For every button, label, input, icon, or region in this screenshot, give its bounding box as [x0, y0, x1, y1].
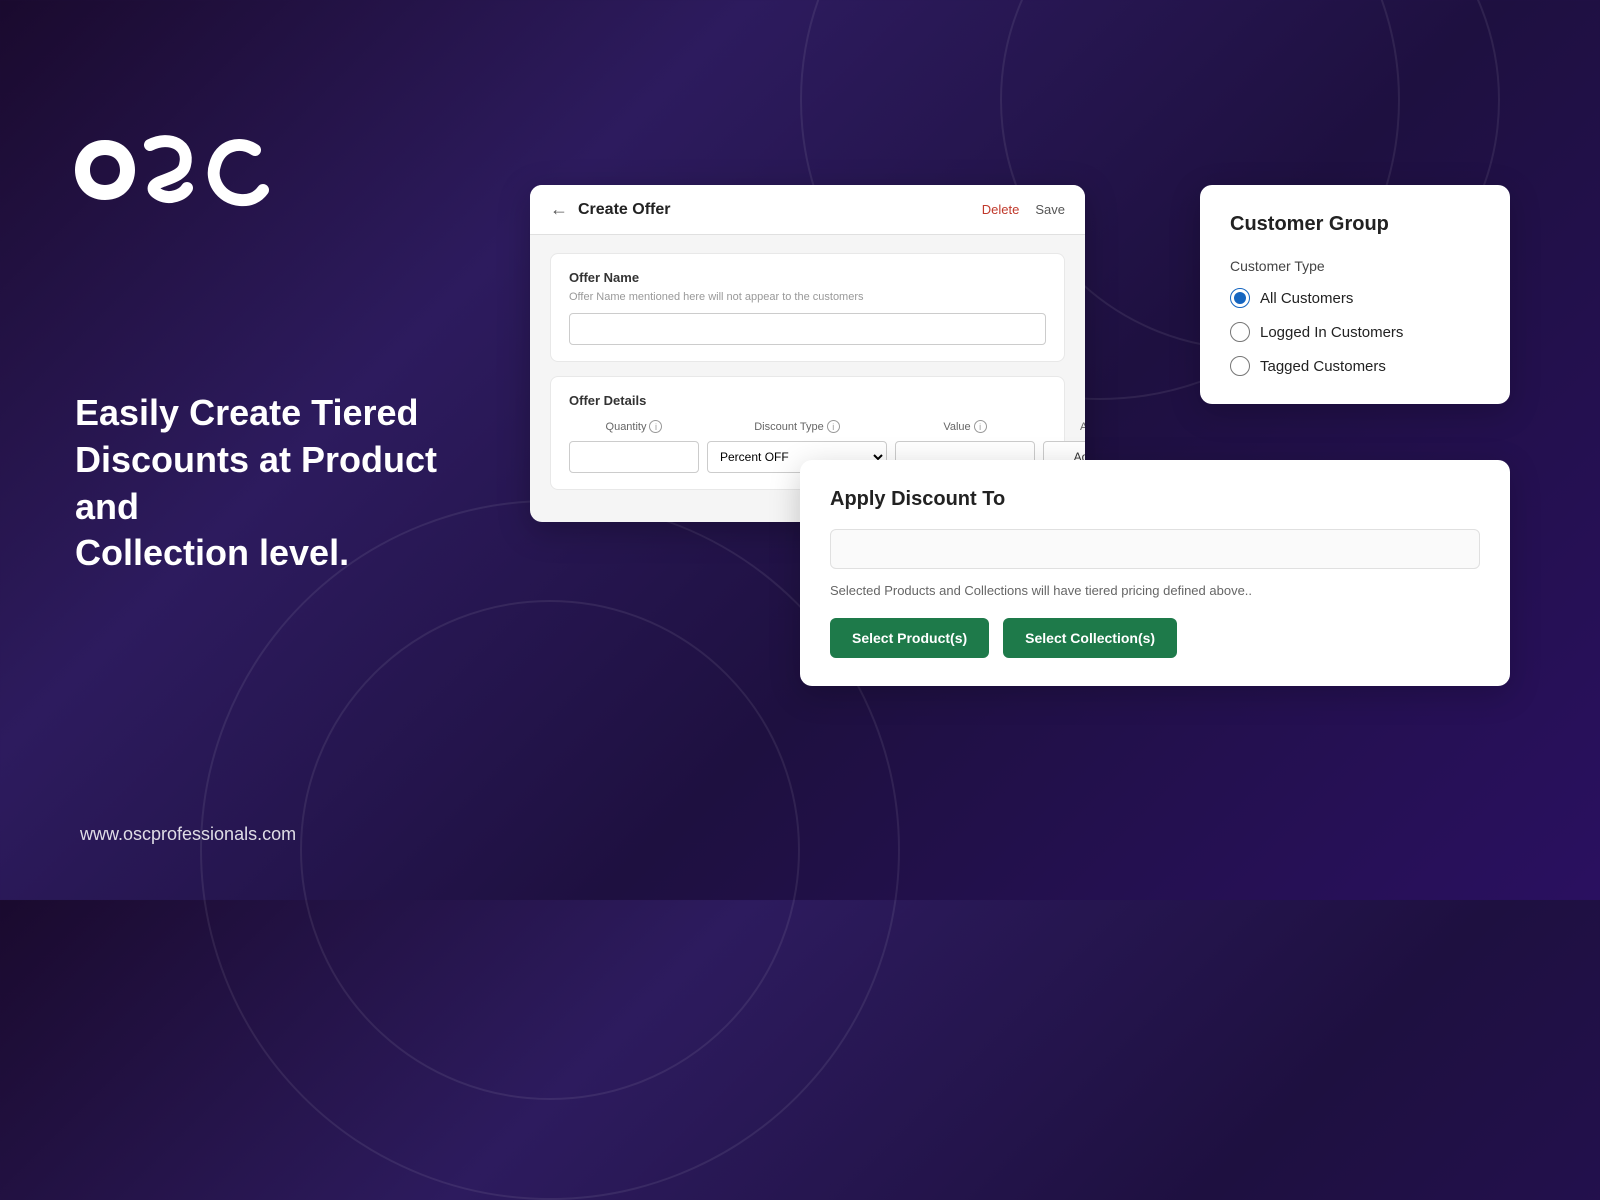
radio-all-customers-input[interactable]: [1230, 288, 1250, 308]
website-url-text: www.oscprofessionals.com: [80, 824, 296, 844]
apply-discount-hint: Selected Products and Collections will h…: [830, 583, 1480, 598]
select-product-button[interactable]: Select Product(s): [830, 618, 989, 658]
radio-all-customers[interactable]: All Customers: [1230, 288, 1480, 308]
tagline-line3: Collection level.: [75, 532, 349, 573]
delete-button[interactable]: Delete: [982, 202, 1020, 217]
col-quantity: Quantity i: [569, 420, 699, 433]
radio-all-customers-label: All Customers: [1260, 290, 1353, 307]
value-info-icon: i: [974, 420, 987, 433]
customer-group-title: Customer Group: [1230, 213, 1480, 236]
radio-logged-in-customers-input[interactable]: [1230, 322, 1250, 342]
quantity-info-icon: i: [649, 420, 662, 433]
offer-name-section: Offer Name Offer Name mentioned here wil…: [550, 253, 1065, 362]
customer-group-card: Customer Group Customer Type All Custome…: [1200, 185, 1510, 404]
website-url: www.oscprofessionals.com: [80, 824, 296, 845]
customer-type-label: Customer Type: [1230, 258, 1480, 274]
apply-discount-buttons: Select Product(s) Select Collection(s): [830, 618, 1480, 658]
col-actions: Actions: [1043, 420, 1085, 433]
tagline: Easily Create Tiered Discounts at Produc…: [75, 390, 495, 577]
offer-details-header: Offer Details: [569, 393, 1046, 408]
offer-name-hint: Offer Name mentioned here will not appea…: [569, 291, 1046, 303]
offer-name-label: Offer Name: [569, 270, 1046, 285]
card-header: ← Create Offer Delete Save: [530, 185, 1085, 235]
back-arrow-icon[interactable]: ←: [550, 199, 568, 220]
create-offer-title: Create Offer: [578, 201, 670, 219]
tagline-line1: Easily Create Tiered: [75, 392, 419, 433]
customer-type-radio-group: All Customers Logged In Customers Tagged…: [1230, 288, 1480, 376]
discount-type-info-icon: i: [827, 420, 840, 433]
col-value: Value i: [895, 420, 1035, 433]
logo-area: [75, 120, 275, 215]
bg-decoration-circle-3: [200, 500, 900, 1200]
apply-discount-empty-area: [830, 529, 1480, 569]
radio-logged-in-customers[interactable]: Logged In Customers: [1230, 322, 1480, 342]
card-header-left: ← Create Offer: [550, 199, 670, 220]
radio-tagged-customers-input[interactable]: [1230, 356, 1250, 376]
osc-logo: [75, 120, 275, 210]
table-headers: Quantity i Discount Type i Value i Actio…: [569, 420, 1046, 433]
radio-tagged-customers[interactable]: Tagged Customers: [1230, 356, 1480, 376]
radio-tagged-customers-label: Tagged Customers: [1260, 358, 1386, 375]
radio-logged-in-customers-label: Logged In Customers: [1260, 324, 1403, 341]
quantity-input[interactable]: [569, 441, 699, 473]
col-discount-type: Discount Type i: [707, 420, 887, 433]
tagline-line2: Discounts at Product and: [75, 439, 437, 527]
offer-name-input[interactable]: [569, 313, 1046, 345]
bg-decoration-circle-4: [300, 600, 800, 1100]
card-header-right: Delete Save: [982, 202, 1065, 217]
apply-discount-card: Apply Discount To Selected Products and …: [800, 460, 1510, 686]
apply-discount-title: Apply Discount To: [830, 488, 1480, 511]
save-button[interactable]: Save: [1035, 202, 1065, 217]
select-collection-button[interactable]: Select Collection(s): [1003, 618, 1177, 658]
